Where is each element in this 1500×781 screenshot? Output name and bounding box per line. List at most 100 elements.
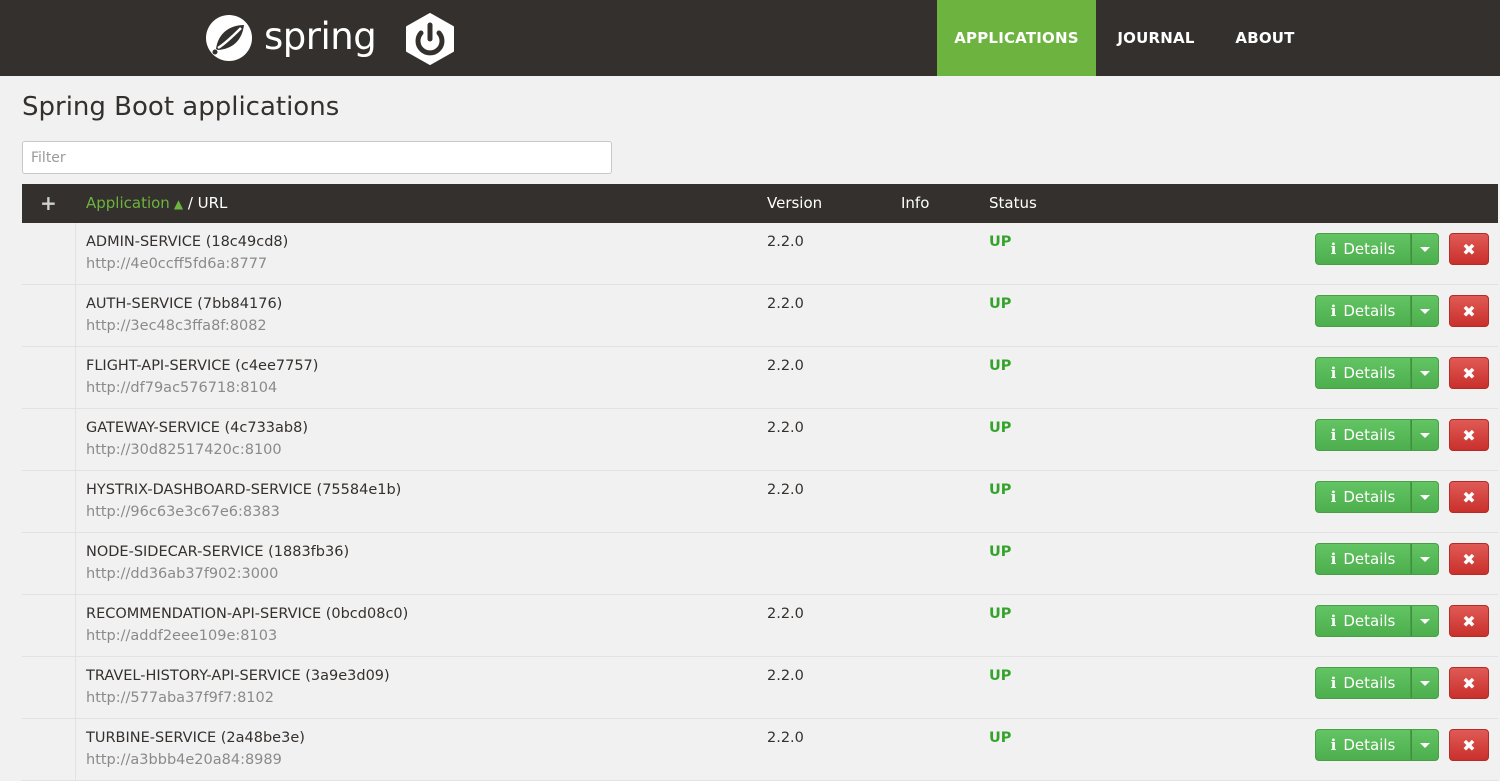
- info-icon: i: [1330, 240, 1337, 258]
- row-expand-cell[interactable]: [22, 347, 76, 408]
- info-icon: i: [1330, 488, 1337, 506]
- status-badge: UP: [989, 730, 1012, 746]
- details-button-group: i Details: [1315, 419, 1439, 451]
- details-button-group: i Details: [1315, 729, 1439, 761]
- page-title: Spring Boot applications: [22, 92, 340, 122]
- remove-button[interactable]: ✖: [1449, 357, 1489, 389]
- sort-url-link[interactable]: / URL: [183, 194, 228, 212]
- row-expand-cell[interactable]: [22, 533, 76, 594]
- info-icon: i: [1330, 550, 1337, 568]
- header-application[interactable]: Application ▲ / URL: [86, 184, 227, 224]
- details-button[interactable]: i Details: [1315, 233, 1411, 265]
- remove-button[interactable]: ✖: [1449, 605, 1489, 637]
- info-icon: i: [1330, 736, 1337, 754]
- application-name: FLIGHT-API-SERVICE (c4ee7757): [86, 358, 319, 374]
- status-badge: UP: [989, 482, 1012, 498]
- header-version[interactable]: Version: [767, 184, 822, 223]
- row-expand-cell[interactable]: [22, 223, 76, 284]
- details-button[interactable]: i Details: [1315, 295, 1411, 327]
- details-label: Details: [1343, 736, 1396, 754]
- close-icon: ✖: [1462, 301, 1476, 321]
- nav-about[interactable]: ABOUT: [1218, 0, 1312, 76]
- details-button[interactable]: i Details: [1315, 481, 1411, 513]
- caret-down-icon: [1420, 618, 1430, 624]
- header-status[interactable]: Status: [989, 184, 1037, 223]
- brand-logo[interactable]: spring: [204, 12, 454, 65]
- details-button[interactable]: i Details: [1315, 605, 1411, 637]
- details-button-group: i Details: [1315, 357, 1439, 389]
- details-button[interactable]: i Details: [1315, 419, 1411, 451]
- table-row: GATEWAY-SERVICE (4c733ab8) http://30d825…: [22, 409, 1498, 471]
- status-badge: UP: [989, 420, 1012, 436]
- close-icon: ✖: [1462, 549, 1476, 569]
- details-button-group: i Details: [1315, 295, 1439, 327]
- row-expand-cell[interactable]: [22, 719, 76, 780]
- details-dropdown-button[interactable]: [1411, 233, 1439, 265]
- remove-button[interactable]: ✖: [1449, 667, 1489, 699]
- sort-application-link[interactable]: Application: [86, 194, 170, 212]
- details-dropdown-button[interactable]: [1411, 419, 1439, 451]
- row-expand-cell[interactable]: [22, 409, 76, 470]
- table-row: TRAVEL-HISTORY-API-SERVICE (3a9e3d09) ht…: [22, 657, 1498, 719]
- details-dropdown-button[interactable]: [1411, 481, 1439, 513]
- header-info: Info: [901, 194, 930, 212]
- application-name: HYSTRIX-DASHBOARD-SERVICE (75584e1b): [86, 482, 402, 498]
- application-version: 2.2.0: [767, 358, 804, 374]
- nav-journal[interactable]: JOURNAL: [1100, 0, 1212, 76]
- expand-all-icon[interactable]: +: [40, 184, 57, 223]
- remove-button[interactable]: ✖: [1449, 543, 1489, 575]
- status-badge: UP: [989, 296, 1012, 312]
- application-name: TURBINE-SERVICE (2a48be3e): [86, 730, 305, 746]
- application-url: http://96c63e3c67e6:8383: [86, 504, 280, 520]
- filter-input[interactable]: [22, 141, 612, 174]
- details-label: Details: [1343, 488, 1396, 506]
- spring-leaf-icon: [206, 15, 252, 61]
- row-expand-cell[interactable]: [22, 595, 76, 656]
- row-expand-cell[interactable]: [22, 285, 76, 346]
- table-header: + Application ▲ / URL Version Info Status: [22, 184, 1498, 223]
- details-button[interactable]: i Details: [1315, 729, 1411, 761]
- details-dropdown-button[interactable]: [1411, 729, 1439, 761]
- close-icon: ✖: [1462, 425, 1476, 445]
- close-icon: ✖: [1462, 611, 1476, 631]
- remove-button[interactable]: ✖: [1449, 233, 1489, 265]
- row-expand-cell[interactable]: [22, 657, 76, 718]
- details-button[interactable]: i Details: [1315, 667, 1411, 699]
- table-row: ADMIN-SERVICE (18c49cd8) http://4e0ccff5…: [22, 223, 1498, 285]
- application-url: http://30d82517420c:8100: [86, 442, 282, 458]
- details-button[interactable]: i Details: [1315, 357, 1411, 389]
- close-icon: ✖: [1462, 239, 1476, 259]
- details-button-group: i Details: [1315, 667, 1439, 699]
- info-icon: i: [1330, 674, 1337, 692]
- details-dropdown-button[interactable]: [1411, 667, 1439, 699]
- details-button-group: i Details: [1315, 543, 1439, 575]
- info-icon: i: [1330, 426, 1337, 444]
- table-row: NODE-SIDECAR-SERVICE (1883fb36) http://d…: [22, 533, 1498, 595]
- details-dropdown-button[interactable]: [1411, 295, 1439, 327]
- application-url: http://a3bbb4e20a84:8989: [86, 752, 282, 768]
- details-button-group: i Details: [1315, 481, 1439, 513]
- nav-applications[interactable]: APPLICATIONS: [937, 0, 1096, 76]
- status-badge: UP: [989, 668, 1012, 684]
- remove-button[interactable]: ✖: [1449, 481, 1489, 513]
- navbar: spring APPLICATIONS JOURNAL ABOUT: [0, 0, 1500, 76]
- remove-button[interactable]: ✖: [1449, 295, 1489, 327]
- row-expand-cell[interactable]: [22, 471, 76, 532]
- details-dropdown-button[interactable]: [1411, 605, 1439, 637]
- info-icon: i: [1330, 364, 1337, 382]
- info-icon: i: [1330, 612, 1337, 630]
- details-label: Details: [1343, 302, 1396, 320]
- close-icon: ✖: [1462, 363, 1476, 383]
- table-row: RECOMMENDATION-API-SERVICE (0bcd08c0) ht…: [22, 595, 1498, 657]
- details-button[interactable]: i Details: [1315, 543, 1411, 575]
- remove-button[interactable]: ✖: [1449, 729, 1489, 761]
- status-badge: UP: [989, 234, 1012, 250]
- application-url: http://4e0ccff5fd6a:8777: [86, 256, 268, 272]
- details-dropdown-button[interactable]: [1411, 357, 1439, 389]
- remove-button[interactable]: ✖: [1449, 419, 1489, 451]
- details-dropdown-button[interactable]: [1411, 543, 1439, 575]
- application-version: 2.2.0: [767, 606, 804, 622]
- details-label: Details: [1343, 612, 1396, 630]
- details-label: Details: [1343, 550, 1396, 568]
- caret-down-icon: [1420, 246, 1430, 252]
